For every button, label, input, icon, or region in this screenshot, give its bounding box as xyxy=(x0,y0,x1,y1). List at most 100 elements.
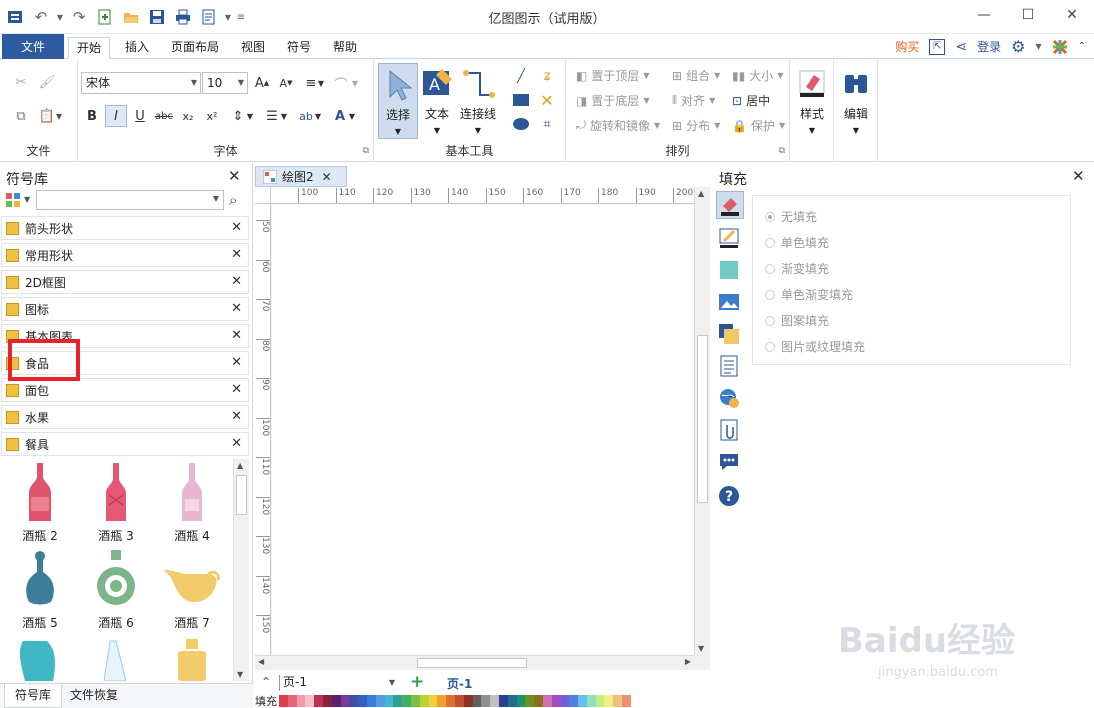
color-swatch[interactable] xyxy=(454,694,464,707)
style-button[interactable]: 样式 ▼ xyxy=(794,67,830,136)
color-swatch[interactable] xyxy=(586,694,596,707)
color-swatch[interactable] xyxy=(428,694,438,707)
italic-icon[interactable]: I xyxy=(105,105,127,127)
library-menu-dropdown-icon[interactable]: ▼ xyxy=(24,195,30,204)
select-tool-button[interactable]: 选择 ▼ xyxy=(378,63,418,139)
color-swatch[interactable] xyxy=(410,694,420,707)
category-common-shapes[interactable]: 常用形状 ✕ xyxy=(1,243,249,267)
color-swatch[interactable] xyxy=(472,694,482,707)
horizontal-scrollbar[interactable]: ◀ ▶ xyxy=(255,655,694,670)
globe-icon[interactable] xyxy=(718,387,740,409)
color-swatch[interactable] xyxy=(349,694,359,707)
fill-panel-close-icon[interactable]: ✕ xyxy=(1072,167,1085,185)
page-nav-up-icon[interactable]: ⌃ xyxy=(261,675,271,689)
close-icon[interactable]: ✕ xyxy=(1050,0,1094,30)
scroll-up-icon[interactable]: ▲ xyxy=(237,461,243,470)
library-scrollbar[interactable]: ▲ ▼ xyxy=(233,459,249,681)
color-swatch[interactable] xyxy=(525,694,535,707)
category-fruit[interactable]: 水果 ✕ xyxy=(1,405,249,429)
color-swatch[interactable] xyxy=(569,694,579,707)
tab-help[interactable]: 帮助 xyxy=(326,37,364,59)
color-swatch[interactable] xyxy=(366,694,376,707)
send-to-back-button[interactable]: ◨ 置于底层 ▼ xyxy=(576,92,650,109)
fill-option-pattern[interactable]: 图案填充 xyxy=(765,312,829,329)
tab-symbols[interactable]: 符号 xyxy=(280,37,318,59)
page-tab[interactable]: 页-1 xyxy=(447,675,472,692)
color-swatch[interactable] xyxy=(542,694,552,707)
close-category-icon[interactable]: ✕ xyxy=(231,409,242,424)
rectangle-tool-icon[interactable] xyxy=(510,89,532,111)
shape-partial-3[interactable] xyxy=(154,637,230,681)
settings-dropdown-icon[interactable]: ▼ xyxy=(1035,42,1041,51)
strikethrough-icon[interactable]: abc xyxy=(153,105,175,127)
color-swatch[interactable] xyxy=(402,694,411,707)
curve-tool-icon[interactable]: ʑ xyxy=(536,65,558,87)
tab-page-layout[interactable]: 页面布局 xyxy=(164,37,226,59)
format-painter-icon[interactable]: 🖌 xyxy=(36,71,58,93)
color-swatch[interactable] xyxy=(287,694,297,707)
scroll-down-icon[interactable]: ▼ xyxy=(237,670,243,679)
category-bread[interactable]: 面包 ✕ xyxy=(1,378,249,402)
color-swatch[interactable] xyxy=(393,694,403,707)
maximize-icon[interactable]: ☐ xyxy=(1006,0,1050,30)
align-button[interactable]: ⫴ 对齐 ▼ xyxy=(672,92,715,109)
color-swatch[interactable] xyxy=(437,694,447,707)
color-swatch[interactable] xyxy=(481,694,491,707)
library-grid-icon[interactable] xyxy=(4,191,22,209)
cross-point-icon[interactable]: ✕ xyxy=(536,89,558,111)
color-swatch[interactable] xyxy=(331,694,341,707)
tab-home[interactable]: 开始 xyxy=(68,37,110,59)
center-button[interactable]: ⊡ 居中 xyxy=(732,92,770,109)
fill-paint-bucket-icon[interactable] xyxy=(716,191,744,219)
close-category-icon[interactable]: ✕ xyxy=(231,301,242,316)
color-swatch[interactable] xyxy=(490,694,499,707)
align-dropdown-icon[interactable]: ▼ xyxy=(316,72,326,94)
tab-insert[interactable]: 插入 xyxy=(118,37,156,59)
group-button[interactable]: ⊞ 组合 ▼ xyxy=(672,67,720,84)
line-style-icon[interactable] xyxy=(718,227,740,249)
close-category-icon[interactable]: ✕ xyxy=(231,328,242,343)
close-category-icon[interactable]: ✕ xyxy=(231,220,242,235)
color-swatch[interactable] xyxy=(358,694,367,707)
color-swatch[interactable] xyxy=(560,694,570,707)
color-swatch[interactable] xyxy=(322,694,332,707)
library-search-input[interactable]: ▼ xyxy=(36,190,224,210)
scroll-down-icon[interactable]: ▼ xyxy=(698,644,704,653)
tab-view[interactable]: 视图 xyxy=(234,37,272,59)
share-screen-icon[interactable]: ⇱ xyxy=(929,38,946,55)
color-swatch[interactable] xyxy=(446,694,455,707)
fill-option-picture[interactable]: 图片或纹理填充 xyxy=(765,338,865,355)
close-category-icon[interactable]: ✕ xyxy=(231,247,242,262)
shadow-square-icon[interactable] xyxy=(718,259,740,281)
attachment-icon[interactable] xyxy=(718,419,740,441)
color-swatch[interactable] xyxy=(296,694,306,707)
color-swatch[interactable] xyxy=(613,694,623,707)
collapse-ribbon-icon[interactable]: ⌃ xyxy=(1078,41,1086,52)
size-button[interactable]: ▮▮ 大小 ▼ xyxy=(732,67,783,84)
drawing-page[interactable] xyxy=(272,205,694,655)
protect-button[interactable]: 🔒 保护 ▼ xyxy=(732,117,785,134)
document-tab[interactable]: 绘图2 ✕ xyxy=(255,166,347,187)
search-icon[interactable]: ⌕ xyxy=(229,191,237,209)
color-swatch[interactable] xyxy=(498,694,508,707)
page-list-icon[interactable] xyxy=(718,355,740,377)
line-spacing-curve-icon[interactable]: ⌒ xyxy=(330,72,352,94)
color-swatch[interactable] xyxy=(507,694,517,707)
highlight-dropdown-icon[interactable]: ▼ xyxy=(313,105,323,127)
color-swatch[interactable] xyxy=(375,694,385,707)
category-2d-block[interactable]: 2D框图 ✕ xyxy=(1,270,249,294)
crop-icon[interactable]: ⌗ xyxy=(536,113,558,135)
color-swatch[interactable] xyxy=(595,694,605,707)
shape-wine-bottle-7[interactable]: 酒瓶 7 xyxy=(154,550,230,635)
bold-icon[interactable]: B xyxy=(81,105,103,127)
scroll-up-icon[interactable]: ▲ xyxy=(698,189,704,198)
layers-icon[interactable] xyxy=(718,323,740,345)
scroll-thumb[interactable] xyxy=(236,475,247,515)
shape-wine-bottle-6[interactable]: 酒瓶 6 xyxy=(78,550,154,635)
add-page-icon[interactable]: + xyxy=(410,672,424,692)
category-tableware[interactable]: 餐具 ✕ xyxy=(1,432,249,456)
color-swatch[interactable] xyxy=(534,694,543,707)
category-arrow-shapes[interactable]: 箭头形状 ✕ xyxy=(1,216,249,240)
tab-symbol-library[interactable]: 符号库 xyxy=(4,684,62,708)
shape-wine-bottle-5[interactable]: 酒瓶 5 xyxy=(2,550,78,635)
